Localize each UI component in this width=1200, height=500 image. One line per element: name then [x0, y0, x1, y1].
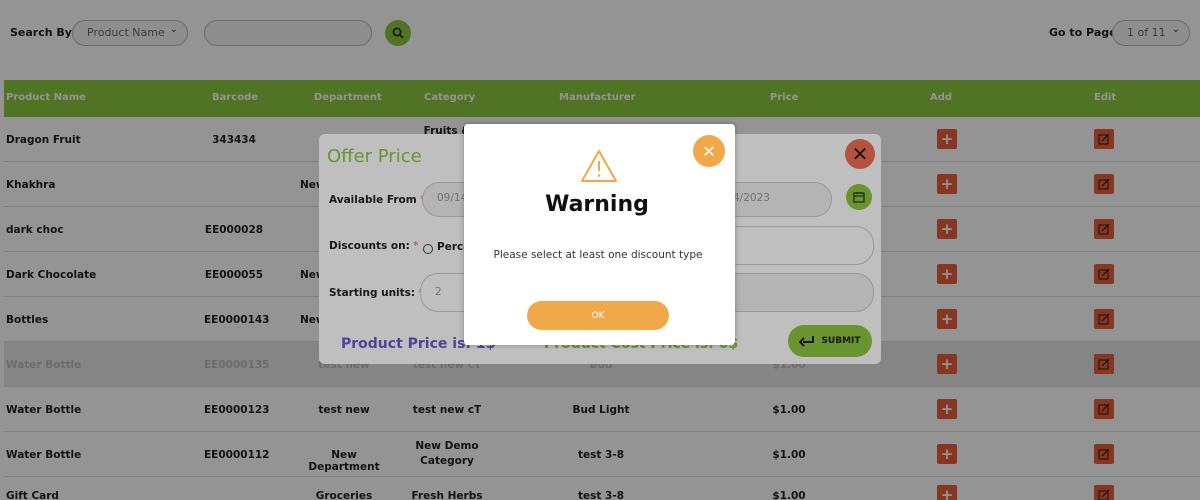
ok-button[interactable]: OK	[527, 301, 669, 330]
warning-modal: ✕ Warning Please select at least one dis…	[464, 124, 735, 345]
warning-close-button[interactable]: ✕	[693, 135, 725, 167]
warning-message: Please select at least one discount type	[493, 249, 703, 261]
warning-icon	[581, 150, 617, 182]
ok-label: OK	[591, 310, 605, 321]
warning-title: Warning	[545, 192, 649, 217]
close-icon: ✕	[702, 141, 716, 161]
